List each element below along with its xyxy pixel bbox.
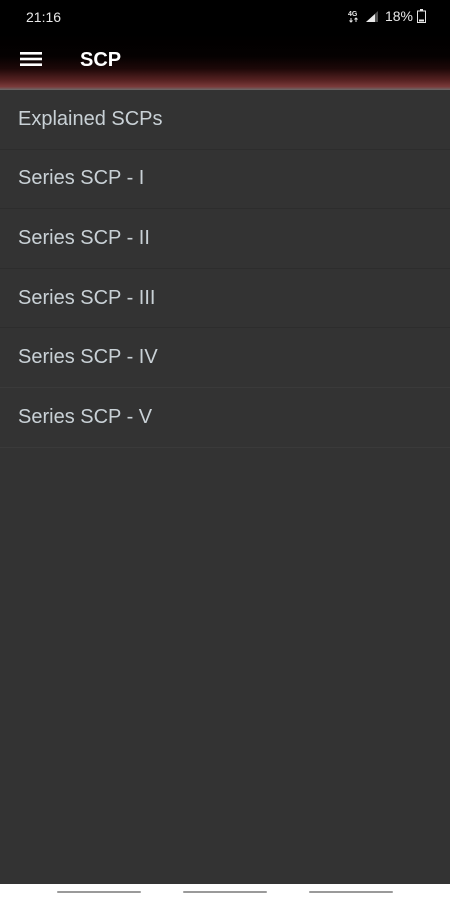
hamburger-menu-icon bbox=[20, 51, 42, 72]
series-list: Explained SCPs Series SCP - I Series SCP… bbox=[0, 90, 450, 448]
svg-text:4G: 4G bbox=[348, 11, 358, 18]
list-item-series-2[interactable]: Series SCP - II bbox=[0, 209, 450, 269]
list-item-series-1[interactable]: Series SCP - I bbox=[0, 150, 450, 210]
menu-button[interactable] bbox=[12, 46, 50, 76]
signal-icon bbox=[365, 10, 379, 23]
battery-icon bbox=[417, 9, 426, 23]
list-item-explained-scps[interactable]: Explained SCPs bbox=[0, 90, 450, 150]
app-screen: 21:16 4G 18% SCP Explained SCPs Series S… bbox=[0, 0, 450, 900]
status-time: 21:16 bbox=[26, 9, 62, 25]
nav-recents-indicator[interactable] bbox=[57, 891, 141, 893]
system-nav-bar bbox=[0, 884, 450, 900]
list-item-series-5[interactable]: Series SCP - V bbox=[0, 388, 450, 448]
status-icons: 4G 18% bbox=[347, 8, 426, 24]
list-item-series-3[interactable]: Series SCP - III bbox=[0, 269, 450, 329]
battery-percent: 18% bbox=[384, 8, 413, 24]
network-4g-icon: 4G bbox=[347, 9, 361, 23]
status-bar: 21:16 4G 18% bbox=[0, 0, 450, 34]
app-title: SCP bbox=[80, 49, 122, 71]
list-item-series-4[interactable]: Series SCP - IV bbox=[0, 328, 450, 388]
nav-home-indicator[interactable] bbox=[183, 891, 267, 893]
nav-back-indicator[interactable] bbox=[309, 891, 393, 893]
app-bar: SCP bbox=[0, 34, 450, 90]
